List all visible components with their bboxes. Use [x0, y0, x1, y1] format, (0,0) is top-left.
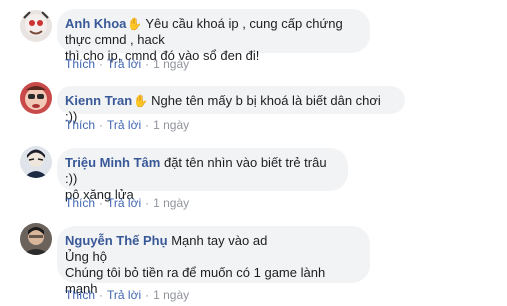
comment-bubble: Anh Khoa✋ Yêu cầu khoá ip , cung cấp chứn…	[57, 9, 370, 63]
like-link[interactable]: Thích	[65, 288, 95, 302]
reply-link[interactable]: Trả lời	[107, 57, 141, 71]
comment-bubble: Kienn Tran✋ Nghe tên mấy b bị khoá là biế…	[57, 86, 405, 124]
separator-dot: ·	[99, 57, 104, 71]
reply-link[interactable]: Trả lời	[107, 118, 141, 132]
comment-author[interactable]: Triệu Minh Tâm	[65, 155, 160, 170]
avatar[interactable]	[20, 146, 52, 178]
comment-text-line: Mạnh tay vào ad	[171, 233, 268, 248]
waving-hand-icon: ✋	[133, 94, 149, 108]
reply-link[interactable]: Trả lời	[107, 288, 141, 302]
comment-timestamp[interactable]: 1 ngày	[153, 288, 189, 302]
separator-dot: ·	[145, 118, 150, 132]
comment-bubble: Triệu Minh Tâm đặt tên nhìn vào biết trẻ…	[57, 148, 348, 202]
comment-timestamp[interactable]: 1 ngày	[153, 57, 189, 71]
reply-link[interactable]: Trả lời	[107, 196, 141, 210]
comment-bubble: Nguyễn Thế Phụ Mạnh tay vào ad Ủng hộ Ch…	[57, 226, 370, 296]
comment-author[interactable]: Kienn Tran	[65, 93, 132, 108]
comment-actions: Thích · Trả lời · 1 ngày	[65, 118, 189, 132]
avatar[interactable]	[20, 223, 52, 255]
separator-dot: ·	[99, 288, 104, 302]
comment-actions: Thích · Trả lời · 1 ngày	[65, 196, 189, 210]
comment-actions: Thích · Trả lời · 1 ngày	[65, 288, 189, 302]
comment-actions: Thích · Trả lời · 1 ngày	[65, 57, 189, 71]
separator-dot: ·	[145, 57, 150, 71]
separator-dot: ·	[99, 118, 104, 132]
comment-timestamp[interactable]: 1 ngày	[153, 118, 189, 132]
like-link[interactable]: Thích	[65, 118, 95, 132]
comment-author[interactable]: Nguyễn Thế Phụ	[65, 233, 168, 248]
avatar[interactable]	[20, 82, 52, 114]
like-link[interactable]: Thích	[65, 57, 95, 71]
separator-dot: ·	[145, 288, 150, 302]
avatar[interactable]	[20, 10, 52, 42]
comment-author[interactable]: Anh Khoa	[65, 16, 126, 31]
waving-hand-icon: ✋	[127, 17, 143, 31]
like-link[interactable]: Thích	[65, 196, 95, 210]
separator-dot: ·	[99, 196, 104, 210]
comment-timestamp[interactable]: 1 ngày	[153, 196, 189, 210]
separator-dot: ·	[145, 196, 150, 210]
comment-text-line: Ủng hộ	[65, 249, 107, 264]
